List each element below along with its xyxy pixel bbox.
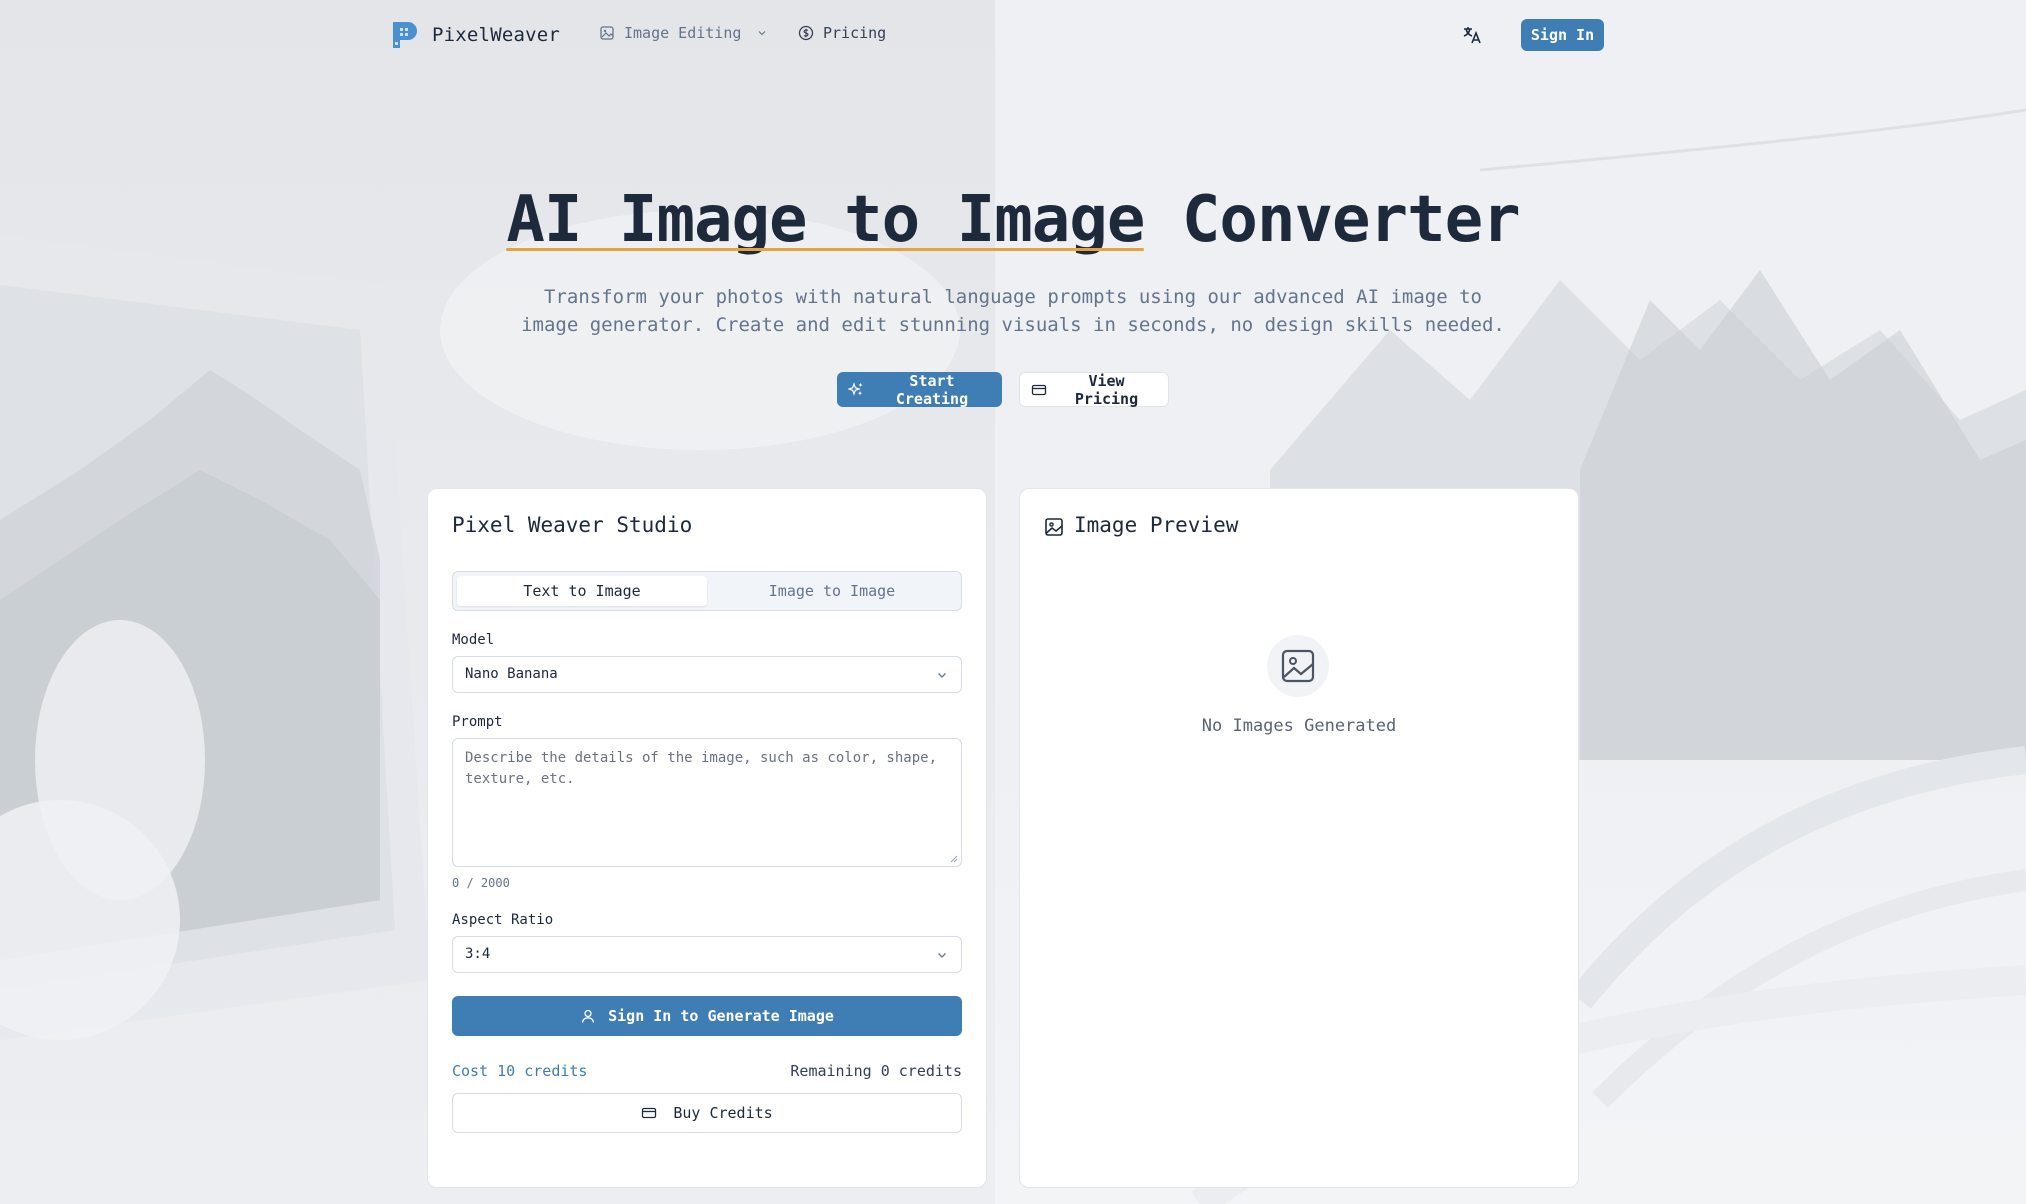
background-scene [0, 0, 2026, 1204]
tab-text-to-image[interactable]: Text to Image [457, 576, 707, 606]
prompt-counter: 0 / 2000 [452, 876, 510, 890]
chevron-down-icon [938, 673, 946, 678]
prompt-placeholder: Describe the details of the image, such … [465, 750, 938, 787]
view-pricing-button[interactable]: View Pricing [1019, 371, 1169, 408]
prompt-label: Prompt [452, 714, 503, 730]
nav-pricing[interactable]: Pricing [798, 24, 886, 42]
nav-image-editing[interactable]: Image Editing [599, 24, 768, 42]
model-select-value: Nano Banana [465, 666, 558, 682]
remaining-credits: Remaining 0 credits [790, 1062, 962, 1080]
cost-text: Cost 10 credits [452, 1062, 588, 1080]
brand[interactable]: PixelWeaver [390, 20, 560, 50]
studio-card: Pixel Weaver Studio Text to Image Image … [427, 488, 987, 1188]
top-nav: PixelWeaver Image Editing Pricing Sign I… [0, 0, 2026, 70]
image-icon [1045, 518, 1063, 536]
credit-card-icon [1031, 384, 1047, 395]
nav-image-editing-label: Image Editing [624, 24, 742, 42]
sparkles-icon [848, 381, 863, 396]
chevron-down-icon [938, 953, 946, 958]
view-pricing-label: View Pricing [1074, 371, 1139, 408]
dollar-circle-icon [798, 25, 814, 41]
start-creating-label: Start Creating [895, 371, 969, 408]
resize-grip-icon[interactable] [950, 855, 958, 863]
start-creating-button[interactable]: Start Creating [837, 371, 1002, 408]
hero-title-rest: Converter [1144, 183, 1521, 257]
image-edit-icon [600, 26, 614, 40]
prompt-textarea[interactable]: Describe the details of the image, such … [452, 738, 962, 867]
language-icon[interactable] [1460, 23, 1484, 47]
chevron-down-icon [759, 31, 766, 36]
background-artwork [0, 108, 2026, 1204]
tab-image-to-image[interactable]: Image to Image [707, 576, 957, 606]
aspect-ratio-label: Aspect Ratio [452, 912, 554, 928]
sign-in-button[interactable]: Sign In [1521, 19, 1604, 51]
mode-tabs: Text to Image Image to Image [452, 571, 962, 611]
user-icon [581, 1009, 595, 1023]
nav-pricing-label: Pricing [823, 24, 887, 42]
hero-title: AI Image to Image Converter [0, 183, 2026, 257]
model-select[interactable]: Nano Banana [452, 656, 962, 693]
buy-credits-button[interactable]: Buy Credits [452, 1093, 962, 1133]
model-label: Model [452, 632, 495, 648]
preview-title: Image Preview [1074, 513, 1239, 537]
empty-state-text: No Images Generated [1201, 716, 1397, 736]
aspect-ratio-select[interactable]: 3:4 [452, 936, 962, 973]
studio-title: Pixel Weaver Studio [452, 513, 693, 537]
image-placeholder-icon [1281, 649, 1315, 683]
sign-in-to-generate-button[interactable]: Sign In to Generate Image [452, 996, 962, 1036]
hero-subtitle: Transform your photos with natural langu… [521, 286, 1505, 336]
credit-card-icon [642, 1107, 657, 1119]
hero-title-highlight: AI Image to Image [506, 183, 1145, 257]
preview-card: Image Preview No Images Generated [1019, 488, 1579, 1188]
generate-label: Sign In to Generate Image [608, 1007, 834, 1025]
buy-credits-label: Buy Credits [673, 1104, 773, 1122]
pixelweaver-logo [393, 22, 417, 48]
empty-state-badge [1267, 635, 1329, 697]
aspect-ratio-value: 3:4 [465, 946, 491, 962]
brand-name: PixelWeaver [432, 24, 561, 46]
